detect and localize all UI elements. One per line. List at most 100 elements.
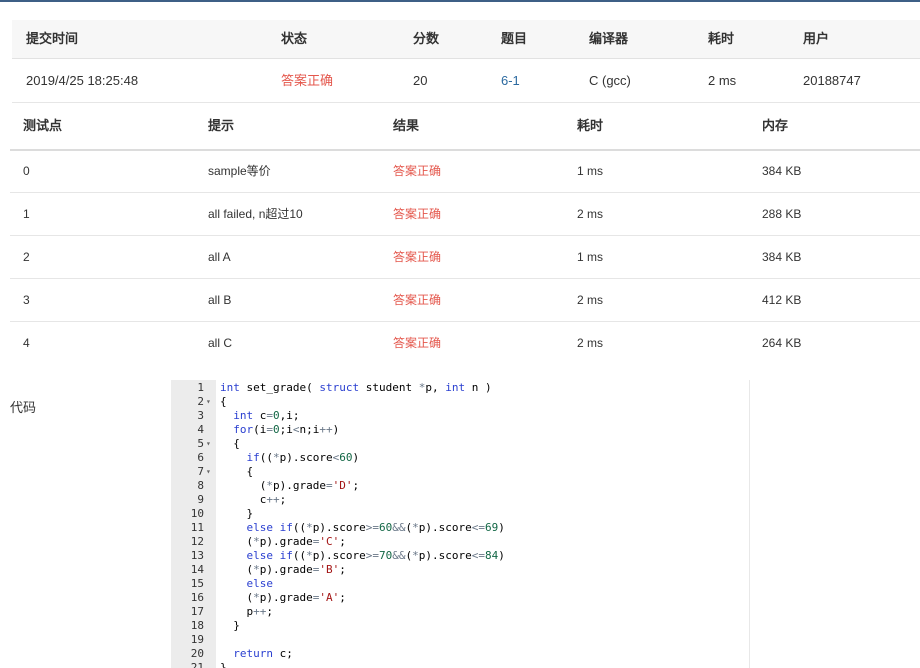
code-text: if((*p).score<60) <box>246 451 360 464</box>
top-border <box>0 0 920 2</box>
testcase-time: 1 ms <box>577 164 604 178</box>
line-number: 14 <box>190 563 204 576</box>
testcase-result: 答案正确 <box>393 164 442 178</box>
col-elapsed: 耗时 <box>708 31 735 46</box>
code-line: 21} <box>171 661 749 668</box>
testcase-time: 2 ms <box>577 293 604 307</box>
line-number: 9 <box>197 493 204 506</box>
testcase-id: 1 <box>23 207 30 221</box>
testcase-id: 4 <box>23 336 30 350</box>
code-text: else if((*p).score>=60&&(*p).score<=69) <box>246 521 505 534</box>
table-row: 1 all failed, n超过10 答案正确 2 ms 288 KB <box>10 193 920 236</box>
testcase-result: 答案正确 <box>393 336 442 350</box>
line-number: 20 <box>190 647 204 660</box>
line-number: 16 <box>190 591 204 604</box>
code-line: 13 else if((*p).score>=70&&(*p).score<=8… <box>171 549 749 563</box>
line-number: 17 <box>190 605 204 618</box>
code-text: c++; <box>220 493 287 506</box>
testcase-result: 答案正确 <box>393 250 442 264</box>
testcase-memory: 264 KB <box>762 336 802 350</box>
user-value: 20188747 <box>803 73 861 88</box>
code-line: 5 ▾ { <box>171 437 749 451</box>
testcase-hint: all B <box>208 293 232 307</box>
line-number: 13 <box>190 549 204 562</box>
table-row: 4 all C 答案正确 2 ms 264 KB <box>10 322 920 364</box>
status-badge: 答案正确 <box>281 73 334 88</box>
submission-header: 提交时间 状态 分数 题目 编译器 耗时 用户 <box>12 20 920 59</box>
testcase-hint: all C <box>208 336 233 350</box>
code-text: { <box>220 465 254 478</box>
col-status: 状态 <box>281 31 308 46</box>
score-value: 20 <box>413 73 428 88</box>
elapsed-value: 2 ms <box>708 73 737 88</box>
col-time: 耗时 <box>577 118 604 133</box>
line-number: 21 <box>190 661 204 668</box>
code-text: else if((*p).score>=70&&(*p).score<=84) <box>246 549 505 562</box>
code-text: } <box>220 661 227 668</box>
col-memory: 内存 <box>762 118 789 133</box>
code-line: 16 (*p).grade='A'; <box>171 591 749 605</box>
testcase-time: 2 ms <box>577 336 604 350</box>
col-score: 分数 <box>413 31 440 46</box>
testcase-result: 答案正确 <box>393 207 442 221</box>
line-number: 7 <box>197 465 204 478</box>
code-line: 11 else if((*p).score>=60&&(*p).score<=6… <box>171 521 749 535</box>
line-number: 18 <box>190 619 204 632</box>
table-row: 0 sample等价 答案正确 1 ms 384 KB <box>10 150 920 193</box>
code-line: 12 (*p).grade='C'; <box>171 535 749 549</box>
code-line: 20 return c; <box>171 647 749 661</box>
col-result: 结果 <box>393 118 420 133</box>
code-text: { <box>220 395 227 408</box>
table-row: 3 all B 答案正确 2 ms 412 KB <box>10 279 920 322</box>
code-line: 4 for(i=0;i<n;i++) <box>171 423 749 437</box>
code-text: else <box>246 577 274 590</box>
line-number: 8 <box>197 479 204 492</box>
code-line: 7 ▾ { <box>171 465 749 479</box>
testcase-result: 答案正确 <box>393 293 442 307</box>
code-editor[interactable]: 1 int set_grade( struct student *p, int n… <box>171 380 750 668</box>
code-line: 1 int set_grade( struct student *p, int n… <box>171 381 749 395</box>
testcase-time: 1 ms <box>577 250 604 264</box>
code-text: for(i=0;i<n;i++) <box>233 423 340 436</box>
col-compiler: 编译器 <box>589 31 629 46</box>
table-row: 2 all A 答案正确 1 ms 384 KB <box>10 236 920 279</box>
testcase-time: 2 ms <box>577 207 604 221</box>
code-line: 9 c++; <box>171 493 749 507</box>
code-text: p++; <box>220 605 273 618</box>
line-number: 19 <box>190 633 204 646</box>
line-number: 5 <box>197 437 204 450</box>
fold-toggle-icon[interactable]: ▾ <box>206 465 216 479</box>
testcase-id: 0 <box>23 164 30 178</box>
fold-toggle-icon[interactable]: ▾ <box>206 437 216 451</box>
col-hint: 提示 <box>208 118 235 133</box>
col-user: 用户 <box>803 31 830 46</box>
code-text: int set_grade( struct student *p, int n … <box>220 381 492 394</box>
testcase-id: 2 <box>23 250 30 264</box>
col-submit-time: 提交时间 <box>26 31 79 46</box>
line-number: 2 <box>197 395 204 408</box>
code-line: 17 p++; <box>171 605 749 619</box>
fold-toggle-icon[interactable]: ▾ <box>206 395 216 409</box>
code-text: int c=0,i; <box>233 409 300 422</box>
line-number: 10 <box>190 507 204 520</box>
code-line: 19 <box>171 633 749 647</box>
testcase-hint: all failed, n超过10 <box>208 207 303 221</box>
line-number: 11 <box>190 521 204 534</box>
submit-time: 2019/4/25 18:25:48 <box>26 73 139 88</box>
testcase-header: 测试点 提示 结果 耗时 内存 <box>10 103 920 151</box>
testcase-hint: all A <box>208 250 231 264</box>
code-line: 15 else <box>171 577 749 591</box>
problem-link[interactable]: 6-1 <box>501 59 520 102</box>
testcase-memory: 288 KB <box>762 207 802 221</box>
code-line: 3 int c=0,i; <box>171 409 749 423</box>
code-text: { <box>220 437 240 450</box>
line-number: 1 <box>197 381 204 394</box>
code-line: 8 (*p).grade='D'; <box>171 479 749 493</box>
testcase-memory: 384 KB <box>762 250 802 264</box>
testcase-hint: sample等价 <box>208 164 271 178</box>
code-line: 14 (*p).grade='B'; <box>171 563 749 577</box>
code-text: (*p).grade='B'; <box>220 563 346 576</box>
submission-row: 2019/4/25 18:25:48 答案正确 20 6-1 C (gcc) 2… <box>12 59 920 103</box>
code-text: (*p).grade='A'; <box>220 591 346 604</box>
testcase-memory: 412 KB <box>762 293 802 307</box>
